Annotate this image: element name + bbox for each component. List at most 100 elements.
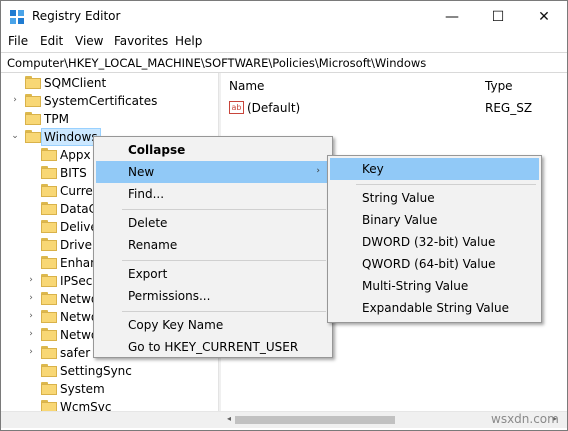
menu-item-goto-hkcu[interactable]: Go to HKEY_CURRENT_USER: [96, 336, 330, 358]
menu-item-permissions[interactable]: Permissions...: [96, 285, 330, 307]
folder-icon: [41, 310, 57, 323]
menu-view[interactable]: View: [75, 34, 103, 48]
value-type: REG_SZ: [485, 101, 533, 115]
scroll-thumb[interactable]: [235, 416, 395, 424]
registry-editor-icon: [10, 10, 24, 24]
tree-item-label: safer: [60, 346, 91, 360]
maximize-button[interactable]: ☐: [475, 1, 521, 32]
submenu-item-multi-string-value-label: Multi-String Value: [362, 279, 469, 293]
menu-favorites[interactable]: Favorites: [114, 34, 168, 48]
menu-item-delete[interactable]: Delete: [96, 212, 330, 234]
menu-item-new[interactable]: New ›: [96, 161, 330, 183]
string-value-icon: ab: [229, 101, 244, 114]
menu-item-export-label: Export: [128, 267, 168, 281]
submenu-item-qword-value-label: QWORD (64-bit) Value: [362, 257, 496, 271]
context-menu: Collapse New › Find... Delete Rename Exp…: [93, 136, 333, 358]
submenu-item-key[interactable]: Key: [330, 158, 539, 180]
expand-arrow-icon[interactable]: ›: [10, 95, 20, 107]
folder-icon: [25, 112, 41, 125]
tree-item-label: Windows: [41, 128, 101, 146]
scroll-left-icon[interactable]: ◂: [227, 414, 231, 423]
address-bar[interactable]: Computer\HKEY_LOCAL_MACHINE\SOFTWARE\Pol…: [1, 52, 567, 73]
folder-icon: [25, 94, 41, 107]
folder-icon: [41, 364, 57, 377]
submenu-item-binary-value[interactable]: Binary Value: [330, 209, 539, 231]
submenu-item-string-value[interactable]: String Value: [330, 187, 539, 209]
tree-item-label: SQMClient: [44, 76, 107, 90]
tree-item[interactable]: › SystemCertificates: [1, 92, 211, 110]
expand-arrow-icon[interactable]: ›: [26, 275, 36, 287]
menu-item-collapse[interactable]: Collapse: [96, 139, 330, 161]
close-button[interactable]: ✕: [521, 1, 567, 32]
expand-arrow-icon[interactable]: ›: [26, 347, 36, 359]
folder-icon: [41, 382, 57, 395]
menu-item-find-label: Find...: [128, 187, 165, 201]
expand-arrow-icon[interactable]: ⌄: [10, 131, 20, 143]
value-name[interactable]: (Default): [247, 101, 300, 115]
folder-icon: [41, 220, 57, 233]
folder-icon: [41, 238, 57, 251]
menu-bar: File Edit View Favorites Help: [1, 32, 567, 52]
tree-item-label: WcmSvc: [60, 400, 112, 411]
submenu-item-multi-string-value[interactable]: Multi-String Value: [330, 275, 539, 297]
column-header-type[interactable]: Type: [485, 79, 513, 93]
new-submenu: Key String Value Binary Value DWORD (32-…: [327, 155, 542, 323]
tree-item-label: SettingSync: [60, 364, 132, 378]
menu-item-rename[interactable]: Rename: [96, 234, 330, 256]
menu-item-find[interactable]: Find...: [96, 183, 330, 205]
menu-item-export[interactable]: Export: [96, 263, 330, 285]
submenu-item-qword-value[interactable]: QWORD (64-bit) Value: [330, 253, 539, 275]
folder-icon: [41, 166, 57, 179]
chevron-right-icon: ›: [316, 166, 320, 176]
folder-icon: [41, 328, 57, 341]
expand-arrow-icon[interactable]: ›: [26, 293, 36, 305]
expand-arrow-icon[interactable]: ›: [26, 329, 36, 341]
column-header-name[interactable]: Name: [229, 79, 264, 93]
expand-arrow-icon[interactable]: ›: [26, 311, 36, 323]
folder-icon: [41, 256, 57, 269]
folder-icon: [25, 130, 41, 143]
menu-edit[interactable]: Edit: [40, 34, 63, 48]
title-bar: Registry Editor — ☐ ✕: [1, 1, 567, 32]
folder-icon: [41, 148, 57, 161]
submenu-item-expandable-string-value-label: Expandable String Value: [362, 301, 509, 315]
submenu-item-dword-value[interactable]: DWORD (32-bit) Value: [330, 231, 539, 253]
submenu-item-binary-value-label: Binary Value: [362, 213, 438, 227]
folder-icon: [41, 202, 57, 215]
menu-separator: [356, 184, 536, 185]
menu-item-delete-label: Delete: [128, 216, 168, 230]
folder-icon: [41, 274, 57, 287]
menu-item-permissions-label: Permissions...: [128, 289, 211, 303]
menu-file[interactable]: File: [8, 34, 28, 48]
menu-help[interactable]: Help: [175, 34, 202, 48]
tree-item-label: Appx: [60, 148, 91, 162]
window-title: Registry Editor: [32, 9, 121, 23]
minimize-button[interactable]: —: [429, 1, 475, 32]
tree-item[interactable]: SQMClient: [1, 74, 211, 92]
tree-item[interactable]: TPM: [1, 110, 211, 128]
horizontal-scrollbar[interactable]: ◂ ▸: [1, 411, 567, 428]
folder-icon: [41, 292, 57, 305]
menu-separator: [122, 209, 326, 210]
watermark-text: wsxdn.com: [491, 412, 559, 426]
tree-item-label: BITS: [60, 166, 87, 180]
tree-item[interactable]: System: [1, 380, 211, 398]
tree-item[interactable]: SettingSync: [1, 362, 211, 380]
address-path[interactable]: Computer\HKEY_LOCAL_MACHINE\SOFTWARE\Pol…: [7, 56, 426, 70]
tree-item-label: IPSec: [60, 274, 93, 288]
menu-item-copy-key-name[interactable]: Copy Key Name: [96, 314, 330, 336]
tree-item-label: Driver: [60, 238, 97, 252]
tree-item[interactable]: WcmSvc: [1, 398, 211, 411]
submenu-item-string-value-label: String Value: [362, 191, 435, 205]
submenu-item-expandable-string-value[interactable]: Expandable String Value: [330, 297, 539, 319]
